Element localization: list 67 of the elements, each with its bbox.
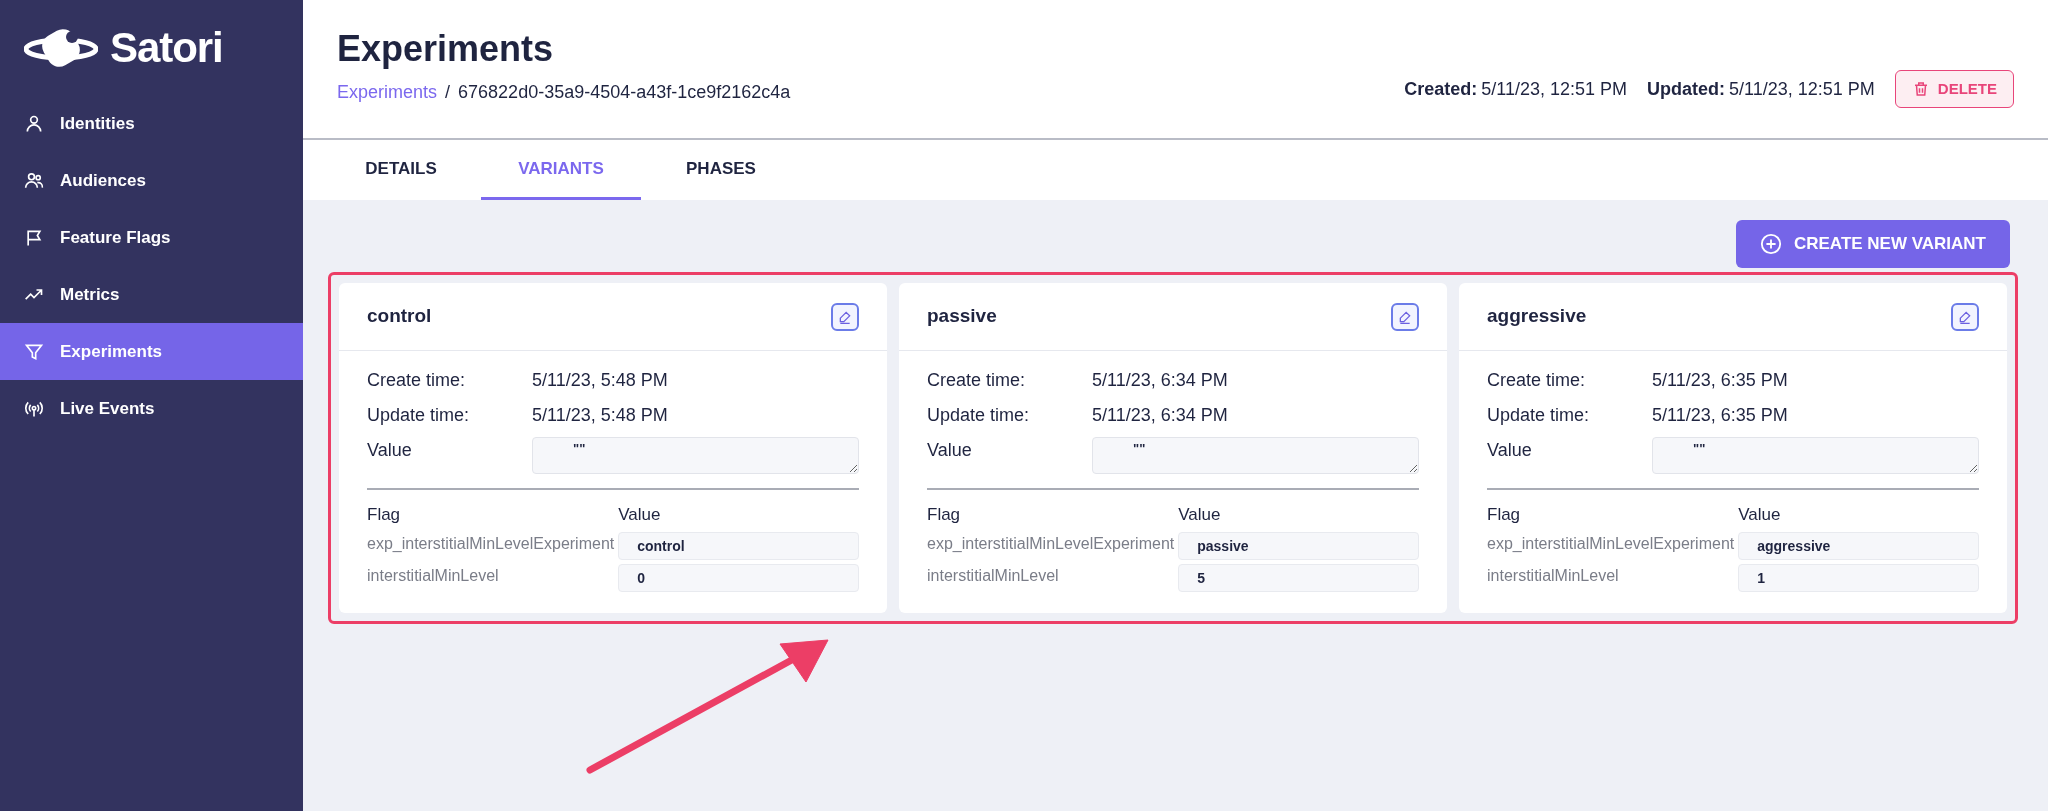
tab[interactable]: VARIANTS bbox=[481, 140, 641, 200]
sidebar-item[interactable]: Live Events bbox=[0, 380, 303, 437]
value-column-header: Value bbox=[618, 504, 662, 526]
flag-value-field[interactable]: 1 bbox=[1738, 563, 1979, 592]
sidebar-item[interactable]: Identities bbox=[0, 95, 303, 152]
sidebar-item[interactable]: Feature Flags bbox=[0, 209, 303, 266]
value-field[interactable]: "" bbox=[532, 437, 859, 474]
person-icon bbox=[24, 113, 44, 134]
pencil-icon bbox=[1398, 309, 1412, 324]
update-time-value: 5/11/23, 6:34 PM bbox=[1092, 404, 1229, 427]
page-title: Experiments bbox=[337, 27, 555, 71]
created-label: Created: bbox=[1404, 77, 1478, 101]
value-field[interactable]: "" bbox=[1652, 437, 1979, 474]
flag-name: exp_interstitialMinLevelExperiment bbox=[927, 533, 1175, 554]
update-time-label: Update time: bbox=[1487, 404, 1591, 427]
flag-value-field[interactable]: 5 bbox=[1178, 563, 1419, 592]
tab[interactable]: DETAILS bbox=[321, 140, 481, 200]
updated-label: Updated: bbox=[1647, 77, 1726, 101]
pencil-icon bbox=[838, 309, 852, 324]
updated-value: 5/11/23, 12:51 PM bbox=[1729, 77, 1875, 101]
tab[interactable]: PHASES bbox=[641, 140, 801, 200]
variant-name: aggressive bbox=[1487, 304, 1587, 329]
create-time-label: Create time: bbox=[1487, 369, 1587, 392]
flag-value-field[interactable]: aggressive bbox=[1738, 531, 1979, 560]
flag-value-field[interactable]: 0 bbox=[618, 563, 859, 592]
sidebar-item[interactable]: Experiments bbox=[0, 323, 303, 380]
create-variant-button[interactable]: CREATE NEW VARIANT bbox=[1735, 220, 2010, 268]
create-time-label: Create time: bbox=[367, 369, 467, 392]
update-time-value: 5/11/23, 6:35 PM bbox=[1652, 404, 1789, 427]
flag-column-header: Flag bbox=[927, 504, 962, 526]
flag-name: interstitialMinLevel bbox=[927, 565, 1060, 586]
value-label: Value bbox=[927, 439, 973, 462]
breadcrumb-link[interactable]: Experiments bbox=[337, 79, 438, 106]
breadcrumb-current: 676822d0-35a9-4504-a43f-1ce9f2162c4a bbox=[458, 81, 791, 104]
edit-button[interactable] bbox=[831, 302, 859, 331]
flag-value-field[interactable]: passive bbox=[1178, 531, 1419, 560]
create-time-value: 5/11/23, 5:48 PM bbox=[532, 369, 669, 392]
logo-text: Satori bbox=[110, 23, 223, 73]
sidebar-item[interactable]: Metrics bbox=[0, 266, 303, 323]
flag-name: exp_interstitialMinLevelExperiment bbox=[367, 533, 615, 554]
plus-circle-icon bbox=[1759, 233, 1782, 255]
variant-name: passive bbox=[927, 304, 997, 329]
flag-name: interstitialMinLevel bbox=[367, 565, 500, 586]
create-time-value: 5/11/23, 6:34 PM bbox=[1092, 369, 1229, 392]
flag-name: exp_interstitialMinLevelExperiment bbox=[1487, 533, 1735, 554]
update-time-value: 5/11/23, 5:48 PM bbox=[532, 404, 669, 427]
people-icon bbox=[24, 170, 44, 191]
value-column-header: Value bbox=[1738, 504, 1782, 526]
pencil-icon bbox=[1958, 309, 1972, 324]
sidebar-item[interactable]: Audiences bbox=[0, 152, 303, 209]
update-time-label: Update time: bbox=[367, 404, 471, 427]
breadcrumb-separator: / bbox=[445, 81, 451, 104]
edit-button[interactable] bbox=[1951, 302, 1979, 331]
edit-button[interactable] bbox=[1391, 302, 1419, 331]
created-value: 5/11/23, 12:51 PM bbox=[1481, 77, 1628, 101]
value-field[interactable]: "" bbox=[1092, 437, 1419, 474]
variant-name: control bbox=[367, 304, 432, 329]
value-column-header: Value bbox=[1178, 504, 1222, 526]
flag-column-header: Flag bbox=[367, 504, 402, 526]
flag-column-header: Flag bbox=[1487, 504, 1522, 526]
value-label: Value bbox=[367, 439, 413, 462]
create-time-value: 5/11/23, 6:35 PM bbox=[1652, 369, 1789, 392]
flag-value-field[interactable]: control bbox=[618, 531, 859, 560]
update-time-label: Update time: bbox=[927, 404, 1031, 427]
create-time-label: Create time: bbox=[927, 369, 1027, 392]
flag-name: interstitialMinLevel bbox=[1487, 565, 1620, 586]
value-label: Value bbox=[1487, 439, 1533, 462]
